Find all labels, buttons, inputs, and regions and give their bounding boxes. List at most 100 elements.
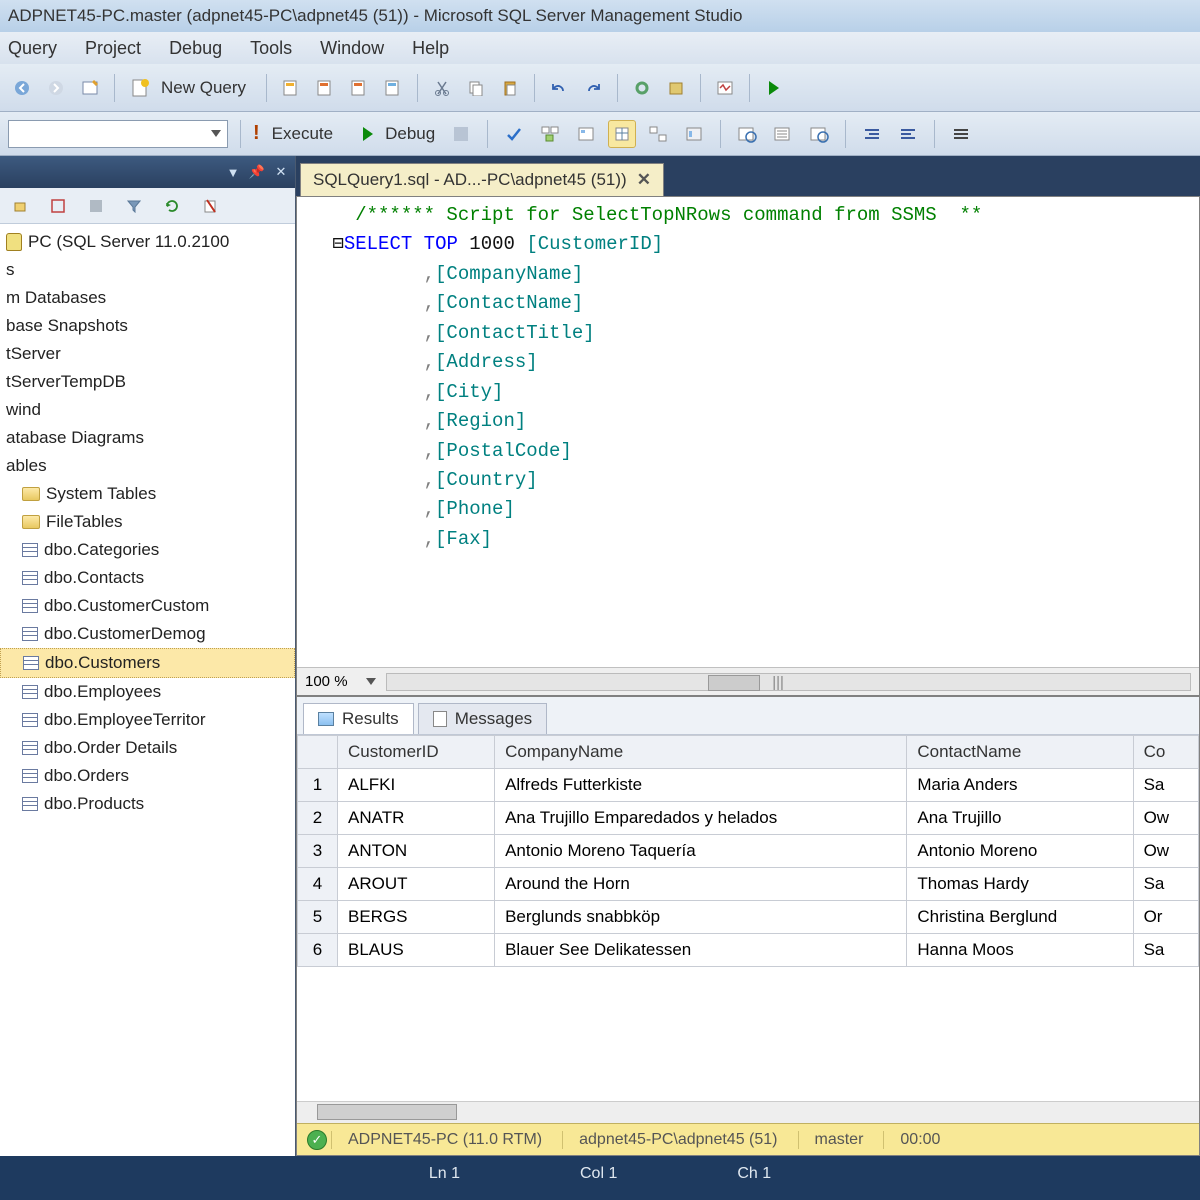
copy-icon[interactable] [462,74,490,102]
tree-label: dbo.Products [44,794,144,814]
zoom-level[interactable]: 100 % [305,673,356,690]
table-node[interactable]: dbo.EmployeeTerritor [0,706,295,734]
results-grid-icon[interactable] [608,120,636,148]
grid-icon [318,712,334,726]
table-node[interactable]: dbo.Employees [0,678,295,706]
script-icon-2[interactable] [311,74,339,102]
cut-icon[interactable] [428,74,456,102]
messages-tab[interactable]: Messages [418,703,547,734]
database-select[interactable] [8,120,228,148]
nav-back-icon[interactable] [8,74,36,102]
indent-icon[interactable] [858,120,886,148]
results-grid[interactable]: CustomerIDCompanyNameContactNameCo1ALFKI… [297,735,1199,1101]
new-project-icon[interactable] [76,74,104,102]
tree-node[interactable]: tServerTempDB [0,368,295,396]
nav-fwd-icon[interactable] [42,74,70,102]
status-time: 00:00 [883,1131,956,1149]
code-area[interactable]: /****** Script for SelectTopNRows comman… [297,197,1199,667]
server-node[interactable]: PC (SQL Server 11.0.2100 [0,228,295,256]
tree-node[interactable]: m Databases [0,284,295,312]
query-statusbar: ✓ ADPNET45-PC (11.0 RTM) adpnet45-PC\adp… [297,1123,1199,1155]
table-node[interactable]: dbo.Categories [0,536,295,564]
tree-node[interactable]: wind [0,396,295,424]
script-icon-3[interactable] [345,74,373,102]
tree-node[interactable]: tServer [0,340,295,368]
tool-icon-a[interactable] [733,120,761,148]
menu-debug[interactable]: Debug [165,34,242,63]
panel-close-icon[interactable]: ✕ [271,162,291,182]
panel-dropdown-icon[interactable]: ▼ [223,162,243,182]
outdent-icon[interactable] [894,120,922,148]
run-icon[interactable] [760,74,788,102]
tree-node[interactable]: s [0,256,295,284]
table-node-selected[interactable]: dbo.Customers [0,648,295,678]
include-plan-icon[interactable] [680,120,708,148]
server-label: PC (SQL Server 11.0.2100 [28,232,229,252]
script-icon-1[interactable] [277,74,305,102]
table-icon [22,741,38,755]
solution-icon[interactable] [662,74,690,102]
tool-icon-b[interactable] [769,120,797,148]
script-icon-4[interactable] [379,74,407,102]
disconnect-icon[interactable] [44,192,72,220]
table-node[interactable]: dbo.CustomerDemog [0,620,295,648]
undo-icon[interactable] [545,74,573,102]
table-node[interactable]: dbo.Order Details [0,734,295,762]
gear-icon[interactable] [628,74,656,102]
plan-icon-1[interactable] [536,120,564,148]
tab-close-icon[interactable]: ✕ [637,170,651,190]
debug-button[interactable]: Debug [381,124,439,144]
new-query-button[interactable]: New Query [125,76,256,100]
refresh-icon[interactable] [158,192,186,220]
menu-tools[interactable]: Tools [246,34,312,63]
zoom-dropdown-icon[interactable] [366,678,376,685]
tool-icon-c[interactable] [805,120,833,148]
table-node[interactable]: dbo.Products [0,790,295,818]
tree-label: System Tables [46,484,156,504]
tree-node[interactable]: atabase Diagrams [0,424,295,452]
stop-filter-icon[interactable] [82,192,110,220]
table-node[interactable]: dbo.Contacts [0,564,295,592]
parse-icon[interactable] [500,120,528,148]
execute-button[interactable]: Execute [268,124,337,144]
comment-icon[interactable] [947,120,975,148]
separator [934,120,935,148]
activity-icon[interactable] [711,74,739,102]
redo-icon[interactable] [579,74,607,102]
connect-icon[interactable] [6,192,34,220]
menu-window[interactable]: Window [316,34,404,63]
table-node[interactable]: dbo.Orders [0,762,295,790]
paste-icon[interactable] [496,74,524,102]
tree-node[interactable]: ables [0,452,295,480]
plan-icon-3[interactable] [644,120,672,148]
menu-help[interactable]: Help [408,34,469,63]
document-tab[interactable]: SQLQuery1.sql - AD...-PC\adpnet45 (51)) … [300,163,664,196]
table-icon [22,627,38,641]
delete-icon[interactable] [196,192,224,220]
table-node[interactable]: dbo.CustomerCustom [0,592,295,620]
tree-node[interactable]: base Snapshots [0,312,295,340]
plan-icon-2[interactable] [572,120,600,148]
separator [720,120,721,148]
stop-icon[interactable] [447,120,475,148]
window-title: ADPNET45-PC.master (adpnet45-PC\adpnet45… [8,6,742,26]
debug-play-icon [363,127,373,141]
filter-icon[interactable] [120,192,148,220]
panel-pin-icon[interactable]: 📌 [247,162,267,182]
menu-query[interactable]: Query [4,34,77,63]
editor-hscroll[interactable]: ||| [386,673,1191,691]
menu-project[interactable]: Project [81,34,161,63]
separator [240,120,241,148]
table-icon [22,769,38,783]
separator [266,74,267,102]
sql-editor[interactable]: /****** Script for SelectTopNRows comman… [296,196,1200,696]
results-hscroll[interactable] [297,1101,1199,1123]
tree-node[interactable]: System Tables [0,480,295,508]
status-db: master [798,1131,880,1149]
tree[interactable]: PC (SQL Server 11.0.2100 s m Databases b… [0,224,295,1156]
main-area: ▼ 📌 ✕ PC (SQL Server 11.0.2100 s m Datab… [0,156,1200,1156]
tree-label: dbo.CustomerCustom [44,596,209,616]
tree-node[interactable]: FileTables [0,508,295,536]
table-icon [22,797,38,811]
results-tab[interactable]: Results [303,703,414,734]
